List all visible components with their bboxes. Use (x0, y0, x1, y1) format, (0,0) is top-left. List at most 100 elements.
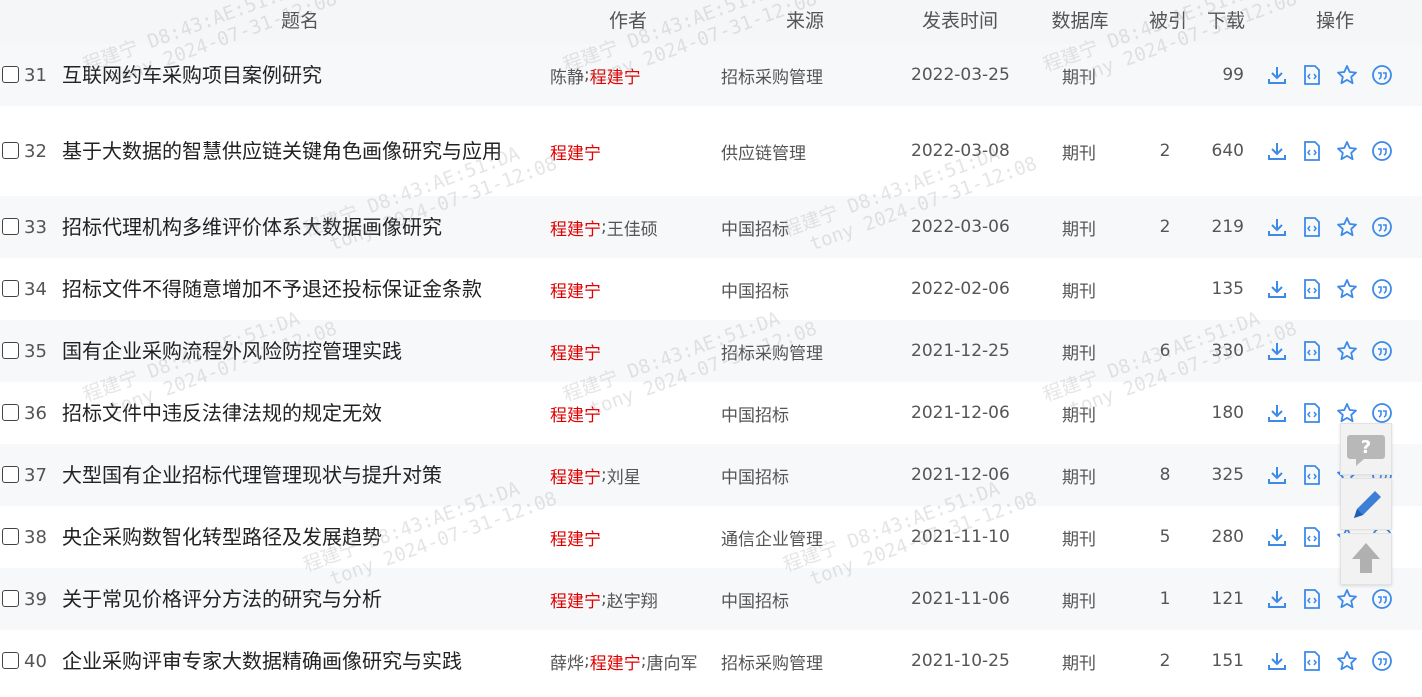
header-downloads[interactable]: 下载 (1196, 0, 1256, 44)
article-title-link[interactable]: 招标文件中违反法律法规的规定无效 (62, 382, 532, 444)
html-read-icon[interactable] (1301, 278, 1323, 300)
html-read-icon[interactable] (1301, 588, 1323, 610)
favorite-star-icon[interactable] (1336, 278, 1358, 300)
author-link[interactable]: 薛烨 (550, 649, 584, 674)
html-read-icon[interactable] (1301, 464, 1323, 486)
source-link[interactable]: 供应链管理 (721, 106, 901, 196)
cited-count[interactable]: 6 (1150, 320, 1180, 382)
row-checkbox[interactable] (2, 652, 19, 669)
header-title[interactable]: 题名 (230, 0, 370, 44)
source-link[interactable]: 中国招标 (721, 196, 901, 258)
source-link[interactable]: 通信企业管理 (721, 506, 901, 568)
quote-icon[interactable] (1371, 278, 1393, 300)
download-icon[interactable] (1266, 340, 1288, 362)
html-read-icon[interactable] (1301, 140, 1323, 162)
download-icon[interactable] (1266, 464, 1288, 486)
cited-count[interactable]: 1 (1150, 568, 1180, 630)
article-title-link[interactable]: 招标文件不得随意增加不予退还投标保证金条款 (62, 258, 532, 320)
html-read-icon[interactable] (1301, 216, 1323, 238)
cited-count[interactable] (1150, 382, 1180, 444)
quote-icon[interactable] (1371, 588, 1393, 610)
author-link[interactable]: 程建宁 (550, 525, 601, 550)
quote-icon[interactable] (1371, 64, 1393, 86)
quote-icon[interactable] (1371, 216, 1393, 238)
cited-count[interactable]: 2 (1150, 630, 1180, 692)
cited-count[interactable]: 2 (1150, 196, 1180, 258)
download-icon[interactable] (1266, 140, 1288, 162)
article-title-link[interactable]: 央企采购数智化转型路径及发展趋势 (62, 506, 532, 568)
source-link[interactable]: 中国招标 (721, 258, 901, 320)
download-icon[interactable] (1266, 278, 1288, 300)
source-link[interactable]: 中国招标 (721, 444, 901, 506)
download-icon[interactable] (1266, 526, 1288, 548)
article-title-link[interactable]: 基于大数据的智慧供应链关键角色画像研究与应用 (62, 106, 532, 196)
download-icon[interactable] (1266, 216, 1288, 238)
back-to-top-button[interactable] (1340, 533, 1392, 585)
html-read-icon[interactable] (1301, 340, 1323, 362)
html-read-icon[interactable] (1301, 650, 1323, 672)
article-title-link[interactable]: 企业采购评审专家大数据精确画像研究与实践 (62, 630, 532, 692)
quote-icon[interactable] (1371, 340, 1393, 362)
favorite-star-icon[interactable] (1336, 340, 1358, 362)
download-icon[interactable] (1266, 650, 1288, 672)
favorite-star-icon[interactable] (1336, 650, 1358, 672)
favorite-star-icon[interactable] (1336, 216, 1358, 238)
cited-count[interactable]: 8 (1150, 444, 1180, 506)
author-link[interactable]: 程建宁 (550, 401, 601, 426)
source-link[interactable]: 招标采购管理 (721, 320, 901, 382)
article-title-link[interactable]: 大型国有企业招标代理管理现状与提升对策 (62, 444, 532, 506)
source-link[interactable]: 中国招标 (721, 568, 901, 630)
author-link[interactable]: 程建宁 (550, 139, 601, 164)
article-title-link[interactable]: 关于常见价格评分方法的研究与分析 (62, 568, 532, 630)
article-title-link[interactable]: 国有企业采购流程外风险防控管理实践 (62, 320, 532, 382)
header-cited[interactable]: 被引 (1142, 0, 1194, 44)
row-checkbox[interactable] (2, 528, 19, 545)
cited-count[interactable]: 2 (1150, 106, 1180, 196)
author-link[interactable]: 程建宁 (590, 649, 641, 674)
article-title-link[interactable]: 招标代理机构多维评价体系大数据画像研究 (62, 196, 532, 258)
quote-icon[interactable] (1371, 140, 1393, 162)
author-link[interactable]: 赵宇翔 (607, 587, 658, 612)
author-link[interactable]: 程建宁 (550, 277, 601, 302)
html-read-icon[interactable] (1301, 402, 1323, 424)
author-link[interactable]: 陈静 (550, 63, 584, 88)
favorite-star-icon[interactable] (1336, 402, 1358, 424)
cited-count[interactable] (1150, 44, 1180, 106)
row-checkbox[interactable] (2, 590, 19, 607)
row-checkbox[interactable] (2, 66, 19, 83)
favorite-star-icon[interactable] (1336, 140, 1358, 162)
quote-icon[interactable] (1371, 402, 1393, 424)
row-checkbox[interactable] (2, 342, 19, 359)
html-read-icon[interactable] (1301, 526, 1323, 548)
cited-count[interactable] (1150, 258, 1180, 320)
row-checkbox[interactable] (2, 142, 19, 159)
source-link[interactable]: 招标采购管理 (721, 630, 901, 692)
source-link[interactable]: 招标采购管理 (721, 44, 901, 106)
author-link[interactable]: 王佳硕 (607, 215, 658, 240)
download-icon[interactable] (1266, 588, 1288, 610)
quote-icon[interactable] (1371, 650, 1393, 672)
html-read-icon[interactable] (1301, 64, 1323, 86)
source-link[interactable]: 中国招标 (721, 382, 901, 444)
author-link[interactable]: 程建宁 (550, 339, 601, 364)
author-link[interactable]: 程建宁 (590, 63, 641, 88)
feedback-edit-button[interactable] (1340, 478, 1392, 530)
favorite-star-icon[interactable] (1336, 64, 1358, 86)
article-title-link[interactable]: 互联网约车采购项目案例研究 (62, 44, 532, 106)
download-icon[interactable] (1266, 64, 1288, 86)
author-link[interactable]: 程建宁 (550, 463, 601, 488)
publish-date: 2022-02-06 (911, 279, 1010, 299)
author-link[interactable]: 程建宁 (550, 587, 601, 612)
author-link[interactable]: 刘星 (607, 463, 641, 488)
favorite-star-icon[interactable] (1336, 588, 1358, 610)
author-link[interactable]: 唐向军 (646, 649, 697, 674)
author-link[interactable]: 程建宁 (550, 215, 601, 240)
row-checkbox[interactable] (2, 280, 19, 297)
cited-count[interactable]: 5 (1150, 506, 1180, 568)
row-checkbox[interactable] (2, 466, 19, 483)
help-button[interactable]: ? (1340, 423, 1392, 475)
download-icon[interactable] (1266, 402, 1288, 424)
header-date[interactable]: 发表时间 (900, 0, 1020, 44)
row-checkbox[interactable] (2, 218, 19, 235)
row-checkbox[interactable] (2, 404, 19, 421)
